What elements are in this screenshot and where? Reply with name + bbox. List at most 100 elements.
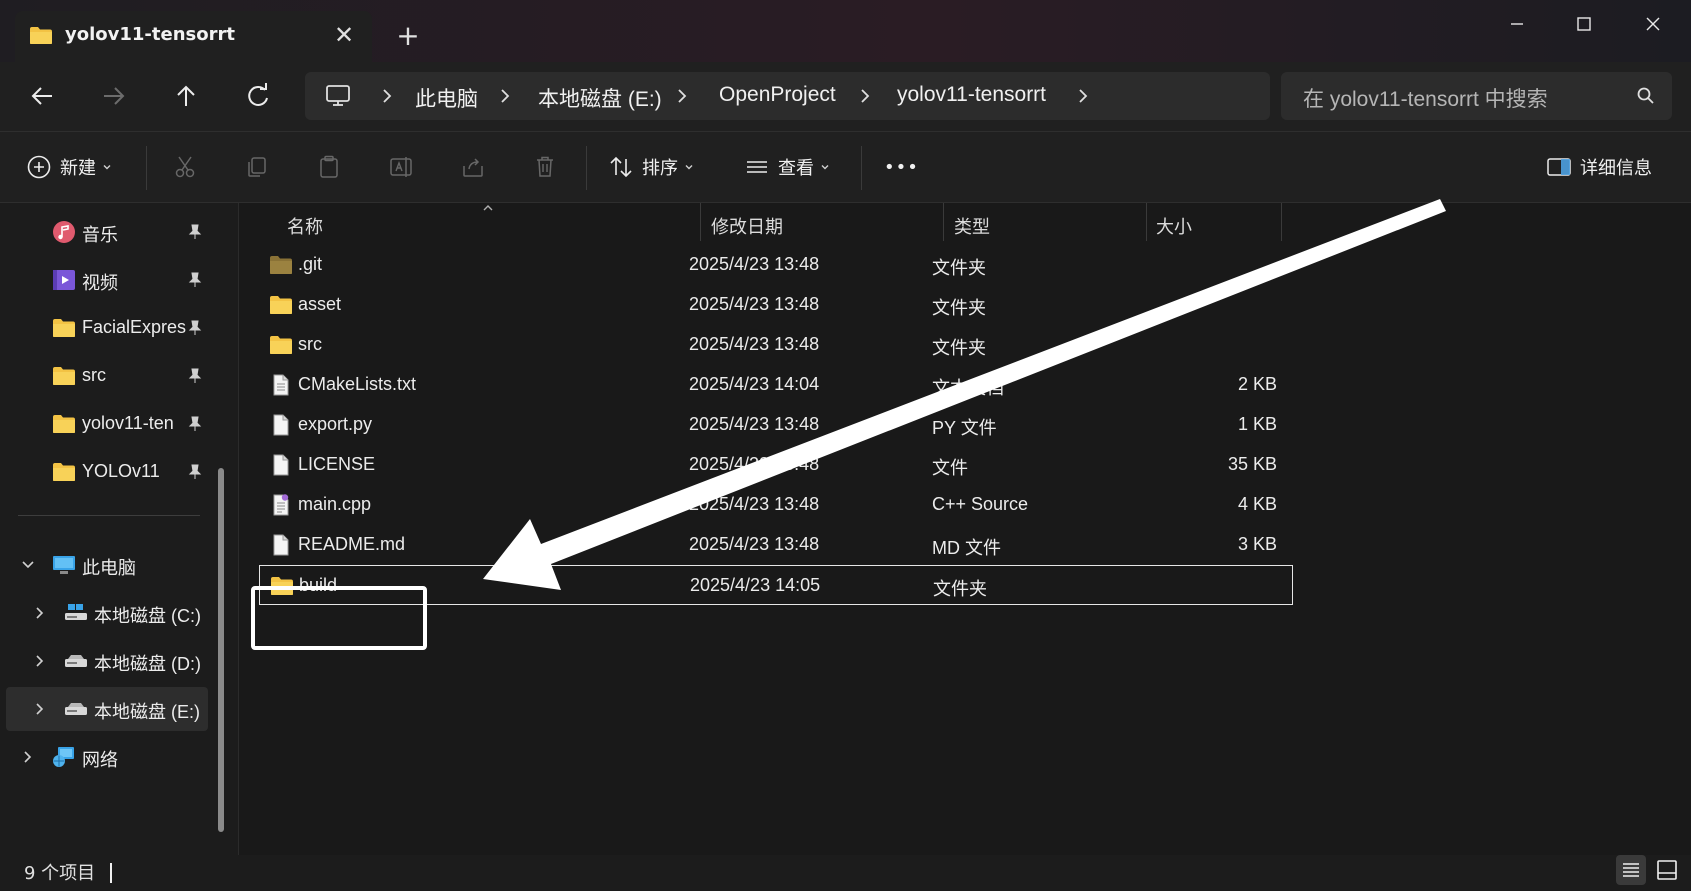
chevron-right-icon[interactable]: [855, 86, 875, 106]
search-icon[interactable]: [1636, 86, 1656, 106]
rename-button[interactable]: [388, 146, 414, 188]
column-divider[interactable]: [1146, 203, 1147, 241]
details-pane-button[interactable]: 详细信息: [1546, 146, 1652, 188]
tab-yolov11-tensorrt[interactable]: yolov11-tensorrt ✕: [15, 11, 372, 62]
pin-icon[interactable]: [186, 367, 204, 385]
sidebar-item-drive-c[interactable]: 本地磁盘 (C:): [0, 591, 213, 635]
video-icon: [53, 270, 75, 290]
new-tab-button[interactable]: +: [392, 20, 424, 52]
file-name: src: [298, 334, 322, 354]
sidebar-item-label: 本地磁盘 (E:): [94, 702, 200, 722]
pin-icon[interactable]: [186, 319, 204, 337]
column-name[interactable]: 名称: [287, 213, 323, 239]
maximize-icon[interactable]: [1556, 6, 1612, 42]
rename-icon: [390, 157, 412, 177]
file-name: LICENSE: [298, 454, 376, 474]
search-input[interactable]: 在 yolov11-tensorrt 中搜索: [1281, 72, 1672, 120]
file-row[interactable]: src 2025/4/23 13:48 文件夹: [259, 325, 1293, 365]
cut-button[interactable]: [172, 146, 198, 188]
chevron-right-icon[interactable]: [32, 653, 48, 669]
pin-icon[interactable]: [186, 415, 204, 433]
file-row[interactable]: LICENSE 2025/4/23 13:48 文件 35 KB: [259, 445, 1293, 485]
column-size[interactable]: 大小: [1156, 213, 1192, 239]
share-button[interactable]: [460, 146, 486, 188]
chevron-right-icon[interactable]: [495, 86, 515, 106]
sidebar-item-videos[interactable]: 视频: [0, 258, 213, 302]
breadcrumb-this-pc[interactable]: 此电脑: [415, 83, 478, 113]
chevron-down-icon[interactable]: [20, 557, 36, 573]
file-row[interactable]: main.cpp 2025/4/23 13:48 C++ Source 4 KB: [259, 485, 1293, 525]
pin-icon[interactable]: [186, 223, 204, 241]
column-divider[interactable]: [700, 203, 701, 241]
more-options-icon: •••: [884, 156, 919, 178]
chevron-right-icon[interactable]: [32, 605, 48, 621]
file-date: 2025/4/23 13:48: [689, 334, 820, 354]
sidebar-item-drive-e[interactable]: 本地磁盘 (E:): [6, 687, 208, 731]
sidebar-item-this-pc[interactable]: 此电脑: [0, 543, 213, 587]
close-window-icon[interactable]: [1625, 6, 1681, 42]
sidebar-item-facialexpres[interactable]: FacialExpres: [0, 306, 213, 350]
refresh-icon[interactable]: [236, 74, 280, 118]
new-button[interactable]: 新建: [26, 146, 112, 188]
view-label: 查看: [778, 158, 814, 179]
sidebar-item-yolov11-ten[interactable]: yolov11-ten: [0, 402, 213, 446]
chevron-right-icon[interactable]: [1073, 86, 1093, 106]
file-row[interactable]: export.py 2025/4/23 13:48 PY 文件 1 KB: [259, 405, 1293, 445]
computer-icon: [53, 556, 75, 574]
chevron-right-icon[interactable]: [672, 86, 692, 106]
chevron-right-icon[interactable]: [20, 749, 36, 765]
pin-icon[interactable]: [186, 271, 204, 289]
file-name: export.py: [298, 414, 373, 434]
delete-button[interactable]: [532, 146, 558, 188]
sidebar-item-label: 视频: [82, 273, 118, 293]
folder-icon: [53, 367, 75, 385]
toolbar-divider: [146, 146, 147, 190]
breadcrumb-drive-e[interactable]: 本地磁盘 (E:): [538, 83, 662, 113]
sidebar-item-network[interactable]: 网络: [0, 735, 213, 779]
large-icons-view-icon[interactable]: [1652, 855, 1682, 885]
address-bar[interactable]: 此电脑 本地磁盘 (E:) OpenProject yolov11-tensor…: [305, 72, 1270, 120]
sidebar-item-music[interactable]: 音乐: [0, 210, 213, 254]
file-row[interactable]: .git 2025/4/23 13:48 文件夹: [259, 245, 1293, 285]
pin-icon[interactable]: [186, 463, 204, 481]
file-row[interactable]: CMakeLists.txt 2025/4/23 14:04 文本文档 2 KB: [259, 365, 1293, 405]
view-button[interactable]: 查看: [744, 146, 830, 188]
view-list-icon: [747, 161, 767, 173]
folder-dark-icon: [270, 256, 292, 274]
up-arrow-icon[interactable]: [164, 74, 208, 118]
column-divider[interactable]: [1281, 203, 1282, 241]
sidebar-item-src[interactable]: src: [0, 354, 213, 398]
sidebar-item-label: yolov11-ten: [82, 413, 174, 433]
file-date: 2025/4/23 14:04: [689, 374, 820, 394]
file-date: 2025/4/23 13:48: [689, 494, 820, 514]
copy-button[interactable]: [244, 146, 270, 188]
chevron-right-icon[interactable]: [32, 701, 48, 717]
chevron-right-icon[interactable]: [377, 86, 397, 106]
breadcrumb-openproject[interactable]: OpenProject: [719, 83, 836, 107]
back-arrow-icon[interactable]: [20, 74, 64, 118]
forward-arrow-icon[interactable]: [92, 74, 136, 118]
file-date: 2025/4/23 13:48: [689, 254, 820, 274]
file-row[interactable]: README.md 2025/4/23 13:48 MD 文件 3 KB: [259, 525, 1293, 565]
folder-icon: [270, 296, 292, 314]
file-row[interactable]: asset 2025/4/23 13:48 文件夹: [259, 285, 1293, 325]
column-type[interactable]: 类型: [954, 213, 990, 239]
title-bar: yolov11-tensorrt ✕ +: [0, 0, 1691, 62]
minimize-icon[interactable]: [1489, 6, 1545, 42]
chevron-down-icon: [821, 165, 829, 170]
sidebar-item-yolov11[interactable]: YOLOv11: [0, 450, 213, 494]
paste-button[interactable]: [316, 146, 342, 188]
sidebar-item-drive-d[interactable]: 本地磁盘 (D:): [0, 639, 213, 683]
folder-icon: [53, 415, 75, 433]
column-divider[interactable]: [943, 203, 944, 241]
breadcrumb-yolov11-tensorrt[interactable]: yolov11-tensorrt: [897, 83, 1046, 107]
column-date[interactable]: 修改日期: [711, 213, 783, 239]
sidebar-scrollbar[interactable]: [218, 468, 224, 832]
sidebar-item-label: 本地磁盘 (C:): [94, 606, 201, 626]
close-tab-icon[interactable]: ✕: [328, 19, 360, 51]
more-options-button[interactable]: •••: [884, 146, 919, 188]
details-view-icon[interactable]: [1616, 855, 1646, 885]
annotation-highlight-box: [251, 586, 427, 650]
navigation-bar: 此电脑 本地磁盘 (E:) OpenProject yolov11-tensor…: [0, 62, 1691, 131]
sort-button[interactable]: 排序: [608, 146, 694, 188]
